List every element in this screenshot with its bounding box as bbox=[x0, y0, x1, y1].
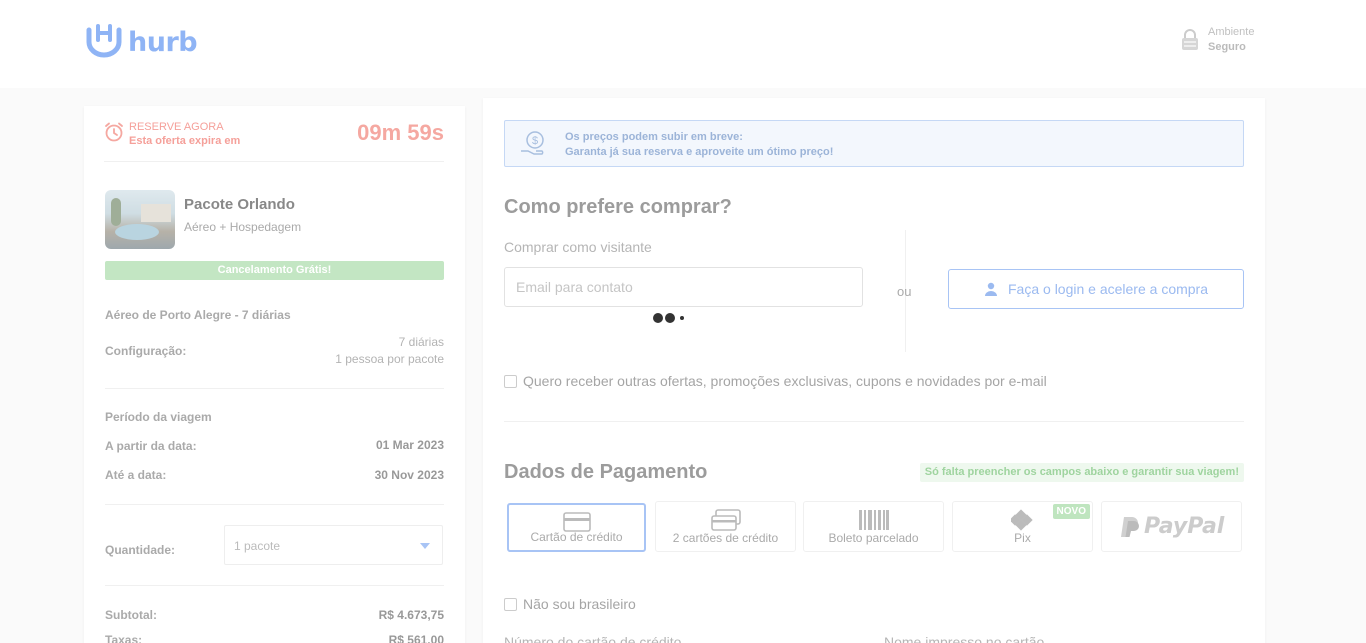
pay-method-two-cards[interactable]: 2 cartões de crédito bbox=[655, 501, 796, 552]
checkout-panel: $ Os preços podem subir em breve: Garant… bbox=[483, 98, 1265, 643]
money-hand-icon: $ bbox=[521, 131, 544, 155]
to-date-value: 30 Nov 2023 bbox=[374, 468, 444, 482]
alarm-clock-icon bbox=[105, 122, 123, 142]
secure-line2: Seguro bbox=[1208, 41, 1246, 53]
email-field[interactable] bbox=[504, 267, 863, 307]
top-bar: hurb Ambiente Seguro bbox=[0, 0, 1366, 88]
order-summary: RESERVE AGORA Esta oferta expira em 09m … bbox=[84, 106, 465, 643]
two-cards-icon bbox=[710, 509, 741, 531]
pay-method-label: Boleto parcelado bbox=[828, 531, 919, 545]
non-brazilian-checkbox[interactable] bbox=[504, 597, 517, 611]
config-label: Configuração: bbox=[105, 344, 187, 358]
price-notice: $ Os preços podem subir em breve: Garant… bbox=[504, 120, 1244, 167]
login-button[interactable]: Faça o login e acelere a compra bbox=[948, 269, 1244, 309]
taxes-label: Taxas: bbox=[105, 633, 143, 643]
loading-dots bbox=[653, 313, 684, 323]
offer-timer: RESERVE AGORA Esta oferta expira em 09m … bbox=[104, 120, 444, 162]
smile-logo-icon bbox=[86, 24, 122, 58]
subtotal-value: R$ 4.673,75 bbox=[378, 608, 444, 622]
chevron-down-icon bbox=[420, 543, 430, 549]
newsletter-label: Quero receber outras ofertas, promoções … bbox=[523, 373, 1047, 389]
divider bbox=[105, 504, 444, 505]
package-subtitle: Aéreo + Hospedagem bbox=[184, 220, 302, 234]
notice-line2: Garanta já sua reserva e aproveite um ót… bbox=[565, 146, 834, 158]
non-brazilian-option[interactable]: Não sou brasileiro bbox=[504, 596, 636, 612]
newsletter-checkbox[interactable] bbox=[504, 374, 517, 388]
reserve-now-label: RESERVE AGORA bbox=[129, 121, 224, 133]
login-button-label: Faça o login e acelere a compra bbox=[1008, 281, 1208, 297]
quantity-value: 1 pacote bbox=[234, 539, 281, 553]
barcode-icon bbox=[858, 510, 889, 530]
period-label: Período da viagem bbox=[105, 410, 212, 424]
or-label: ou bbox=[897, 284, 912, 299]
from-date-label: A partir da data: bbox=[105, 439, 197, 453]
hurb-logo[interactable]: hurb bbox=[84, 24, 198, 60]
pay-method-label: 2 cartões de crédito bbox=[672, 531, 779, 545]
brand-name: hurb bbox=[128, 26, 198, 58]
buy-heading: Como prefere comprar? bbox=[504, 196, 732, 218]
quantity-label: Quantidade: bbox=[105, 543, 176, 557]
secure-environment: Ambiente Seguro bbox=[1180, 25, 1254, 55]
pay-method-paypal[interactable]: PayPal bbox=[1101, 501, 1242, 552]
card-name-label: Nome impresso no cartão bbox=[884, 634, 1045, 643]
user-icon bbox=[985, 282, 997, 296]
divider bbox=[105, 585, 444, 586]
paypal-label: PayPal bbox=[1144, 514, 1225, 539]
pay-method-label: Pix bbox=[1014, 531, 1031, 545]
countdown: 09m 59s bbox=[357, 120, 444, 145]
divider bbox=[105, 388, 444, 389]
offer-expires-label: Esta oferta expira em bbox=[129, 135, 241, 147]
lock-icon bbox=[1182, 29, 1198, 50]
subtotal-label: Subtotal: bbox=[105, 608, 157, 622]
new-badge: NOVO bbox=[1052, 504, 1090, 519]
email-input[interactable] bbox=[505, 268, 862, 306]
package-thumbnail bbox=[105, 190, 175, 249]
divider bbox=[504, 421, 1244, 422]
guest-label: Comprar como visitante bbox=[504, 239, 652, 255]
package-title: Pacote Orlando bbox=[184, 196, 295, 213]
card-number-label: Número do cartão de crédito bbox=[504, 634, 682, 643]
pay-method-boleto[interactable]: Boleto parcelado bbox=[803, 501, 944, 552]
notice-line1: Os preços podem subir em breve: bbox=[565, 131, 743, 143]
pix-icon bbox=[1010, 509, 1033, 531]
free-cancellation-badge: Cancelamento Grátis! bbox=[105, 261, 444, 280]
non-brazilian-label: Não sou brasileiro bbox=[523, 596, 636, 612]
credit-card-icon bbox=[562, 512, 591, 532]
config-people: 1 pessoa por pacote bbox=[335, 352, 444, 366]
flight-info: Aéreo de Porto Alegre - 7 diárias bbox=[105, 308, 291, 322]
pay-method-pix[interactable]: NOVO Pix bbox=[952, 501, 1093, 552]
svg-text:$: $ bbox=[532, 135, 538, 147]
payment-heading: Dados de Pagamento bbox=[504, 461, 708, 483]
payment-hint: Só falta preencher os campos abaixo e ga… bbox=[919, 463, 1244, 482]
secure-line1: Ambiente bbox=[1208, 26, 1255, 38]
from-date-value: 01 Mar 2023 bbox=[375, 438, 444, 452]
quantity-select[interactable]: 1 pacote bbox=[224, 525, 443, 565]
paypal-icon bbox=[1121, 516, 1139, 537]
newsletter-option[interactable]: Quero receber outras ofertas, promoções … bbox=[504, 373, 1047, 389]
taxes-value: R$ 561,00 bbox=[388, 633, 444, 643]
pay-method-credit-card[interactable]: Cartão de crédito bbox=[507, 503, 646, 552]
config-nights: 7 diárias bbox=[398, 335, 444, 349]
to-date-label: Até a data: bbox=[105, 468, 167, 482]
pay-method-label: Cartão de crédito bbox=[530, 530, 623, 544]
